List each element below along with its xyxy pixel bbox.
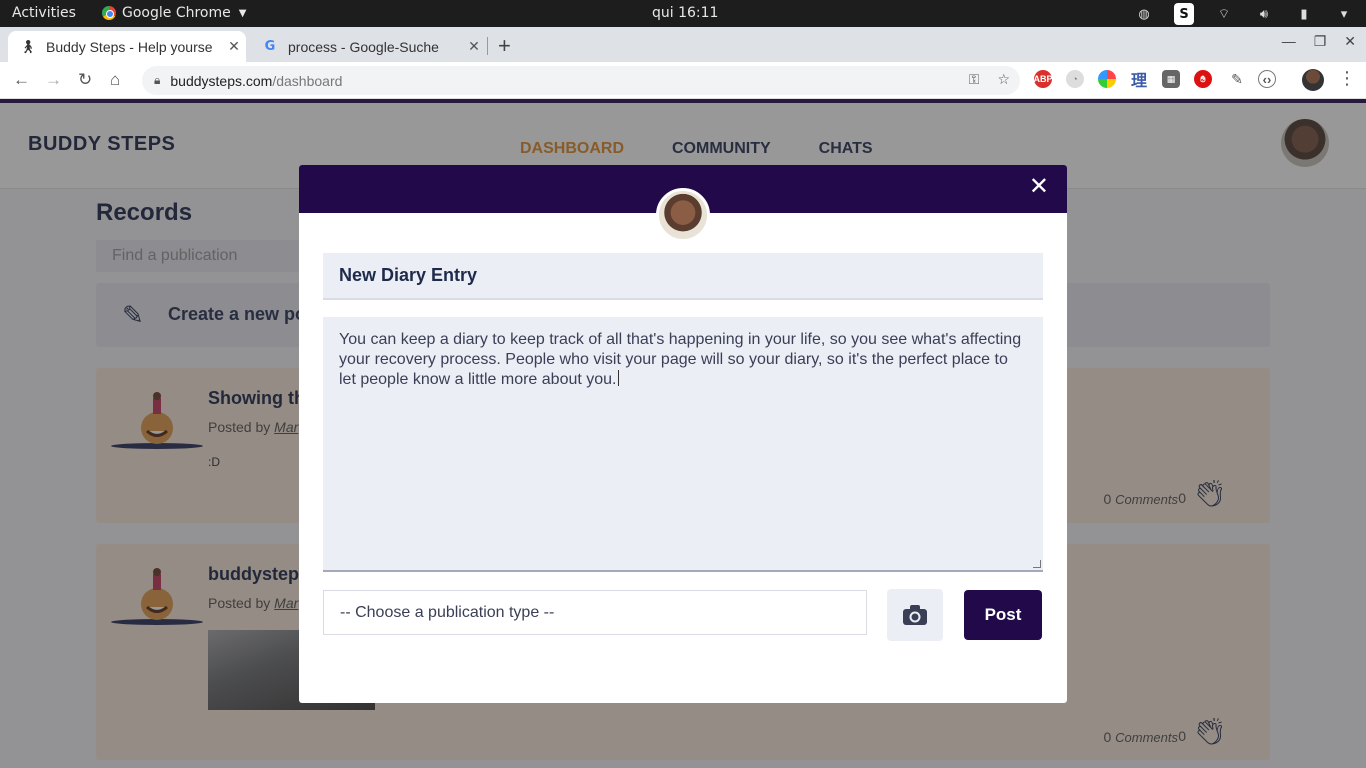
browser-toolbar: ← → ↻ ⌂ 🔒︎ buddysteps.com/dashboard ⚿ ☆ … <box>0 62 1366 99</box>
key-icon[interactable]: ⚿ <box>969 71 980 88</box>
battery-icon[interactable]: ▮ <box>1294 4 1314 24</box>
entry-body-text: You can keep a diary to keep track of al… <box>339 331 1022 388</box>
entry-body-textarea[interactable]: You can keep a diary to keep track of al… <box>323 317 1043 572</box>
tab-strip: 🚶︎ Buddy Steps - Help yourse ✕ G process… <box>0 27 1366 62</box>
publication-type-select[interactable]: -- Choose a publication type -- <box>323 590 867 635</box>
system-tray[interactable]: ◍ S ⌔ 🔊︎ ▮ ▾ <box>1134 3 1354 25</box>
adblock-plus-icon[interactable]: ABP <box>1034 70 1053 88</box>
tab-google-search[interactable]: G process - Google-Suche ✕ <box>250 31 486 62</box>
tab-divider <box>487 37 488 55</box>
chrome-icon <box>102 6 116 20</box>
new-publication-modal: ✕ New Diary Entry You can keep a diary t… <box>299 165 1067 703</box>
tab-title: Buddy Steps - Help yourse <box>46 38 213 55</box>
reload-icon[interactable]: ↻ <box>78 70 92 90</box>
url-host: buddysteps.com <box>170 72 273 89</box>
resize-handle[interactable] <box>1033 560 1041 568</box>
star-icon[interactable]: ☆ <box>997 71 1010 88</box>
tab-title: process - Google-Suche <box>288 38 439 55</box>
skype-icon[interactable]: S <box>1174 3 1194 25</box>
address-bar[interactable]: 🔒︎ buddysteps.com/dashboard ⚿ ☆ <box>142 66 1020 95</box>
restore-icon[interactable]: ❐ <box>1314 33 1327 50</box>
close-tab-icon[interactable]: ✕ <box>462 38 486 55</box>
code-icon[interactable]: ‹› <box>1258 70 1276 88</box>
close-tab-icon[interactable]: ✕ <box>222 38 246 55</box>
tab-buddy-steps[interactable]: 🚶︎ Buddy Steps - Help yourse ✕ <box>8 31 246 62</box>
url-path: /dashboard <box>272 72 343 89</box>
text-cursor <box>617 370 619 386</box>
grid-icon[interactable]: ▦ <box>1162 70 1180 88</box>
modal-avatar <box>656 188 710 242</box>
home-icon[interactable]: ⌂ <box>110 70 120 90</box>
dev-tools-icon[interactable]: ✎ <box>1228 70 1246 88</box>
power-caret-icon[interactable]: ▾ <box>1334 4 1354 24</box>
steam-icon[interactable]: ◍ <box>1134 4 1154 24</box>
camera-button[interactable] <box>887 589 943 641</box>
forward-icon[interactable]: → <box>45 70 62 90</box>
os-top-bar: Activities Google Chrome ▼ qui 16:11 ◍ S… <box>0 0 1366 27</box>
app-name: Google Chrome <box>122 5 231 21</box>
chevron-down-icon: ▼ <box>238 7 247 19</box>
app-menu[interactable]: Google Chrome ▼ <box>102 5 246 21</box>
more-menu-icon[interactable]: ⋮ <box>1338 68 1356 89</box>
color-picker-icon[interactable] <box>1098 70 1116 88</box>
post-button[interactable]: Post <box>964 590 1042 640</box>
profile-avatar[interactable] <box>1302 69 1324 91</box>
volume-icon[interactable]: 🔊︎ <box>1254 4 1274 24</box>
ublock-icon[interactable]: ✋︎ <box>1194 70 1212 88</box>
entry-title-input[interactable]: New Diary Entry <box>323 253 1043 300</box>
minimize-icon[interactable]: — <box>1282 33 1296 50</box>
close-icon[interactable]: ✕ <box>1029 175 1049 199</box>
lock-icon[interactable]: 🔒︎ <box>154 73 160 88</box>
buddy-steps-favicon: 🚶︎ <box>19 38 37 54</box>
close-window-icon[interactable]: ✕ <box>1344 33 1356 50</box>
google-favicon: G <box>264 39 276 54</box>
dictionary-icon[interactable]: 理 <box>1130 70 1148 90</box>
timer-icon[interactable]: ◔ <box>1066 70 1084 88</box>
camera-icon <box>903 605 927 625</box>
wifi-icon[interactable]: ⌔ <box>1214 4 1234 24</box>
new-tab-button[interactable]: + <box>498 33 511 59</box>
clock[interactable]: qui 16:11 <box>652 5 718 21</box>
window-controls: — ❐ ✕ <box>1282 33 1356 50</box>
back-icon[interactable]: ← <box>13 70 30 90</box>
activities-button[interactable]: Activities <box>12 5 76 21</box>
